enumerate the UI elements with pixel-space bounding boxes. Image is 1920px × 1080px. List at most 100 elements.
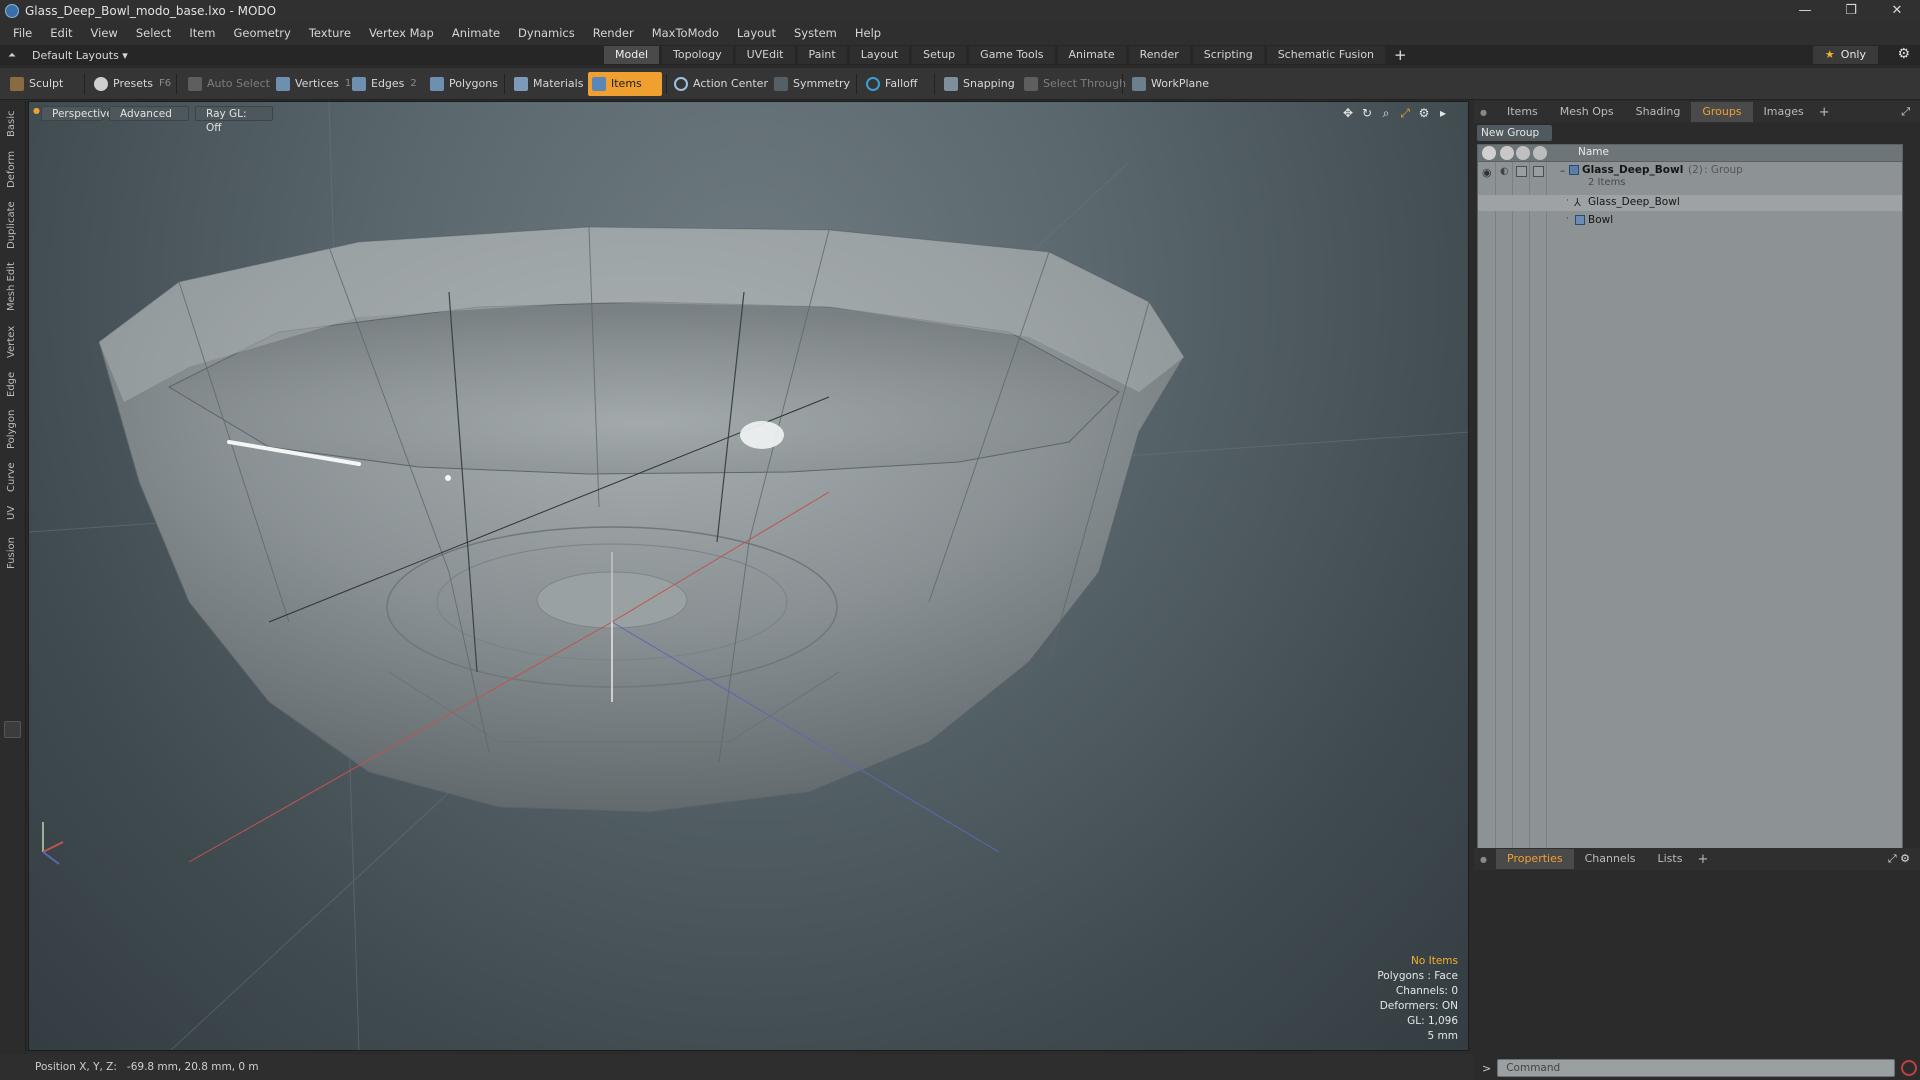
polygons-button[interactable]: Polygons (426, 72, 504, 96)
render-toggle-icon[interactable]: ◐ (1500, 166, 1509, 177)
tab-shading[interactable]: Shading (1625, 102, 1692, 122)
vtab-polygon[interactable]: Polygon (3, 405, 21, 453)
vtab-fusion[interactable]: Fusion (3, 531, 21, 575)
tab-mesh-ops[interactable]: Mesh Ops (1549, 102, 1625, 122)
menu-select[interactable]: Select (127, 26, 180, 40)
collapse-icon[interactable]: – (1560, 165, 1565, 177)
menu-texture[interactable]: Texture (300, 26, 360, 40)
tab-groups[interactable]: Groups (1691, 102, 1753, 122)
collapse-arrow-icon[interactable]: ⏶ (8, 50, 16, 61)
vtab-duplicate[interactable]: Duplicate (3, 197, 21, 253)
eye-icon[interactable]: ◉ (1482, 166, 1492, 179)
edges-button[interactable]: Edges 2 (348, 72, 423, 96)
stop-icon[interactable] (1901, 1060, 1918, 1076)
tab-uvedit[interactable]: UVEdit (735, 46, 795, 64)
auto-select-button[interactable]: Auto Select (184, 72, 276, 96)
raygl-button[interactable]: Ray GL: Off (195, 106, 273, 134)
zoom-icon[interactable]: ⌕ (1379, 106, 1393, 121)
expand-panel-icon[interactable]: ⤢ (1901, 105, 1910, 119)
new-group-button[interactable]: New Group (1477, 125, 1552, 141)
select-through-button[interactable]: Select Through (1020, 72, 1132, 96)
menu-layout[interactable]: Layout (728, 26, 785, 40)
advanced-button[interactable]: Advanced (109, 106, 189, 121)
layout-selector[interactable]: ⏶ Default Layouts ▾ (8, 49, 128, 62)
tab-scripting[interactable]: Scripting (1192, 46, 1264, 64)
action-center-button[interactable]: Action Center (670, 72, 774, 96)
vtab-deform[interactable]: Deform (3, 147, 21, 191)
gear-icon[interactable]: ⚙ (1897, 46, 1910, 62)
panel-toggle-button[interactable] (4, 721, 21, 738)
close-button[interactable]: ✕ (1874, 0, 1920, 21)
symmetry-button[interactable]: Symmetry (770, 72, 856, 96)
menu-render[interactable]: Render (584, 26, 643, 40)
vtab-uv[interactable]: UV (3, 501, 21, 525)
tab-layout[interactable]: Layout (849, 46, 910, 64)
viewport-settings-icon[interactable]: ⚙ (1417, 106, 1431, 121)
3d-viewport[interactable]: ● Perspective Advanced Ray GL: Off ✥ ↻ ⌕… (28, 101, 1469, 1051)
tab-game-tools[interactable]: Game Tools (969, 46, 1055, 64)
properties-settings-icon[interactable]: ⤢ ⚙ (1888, 852, 1910, 866)
pan-icon[interactable]: ✥ (1341, 106, 1355, 121)
materials-button[interactable]: Materials (510, 72, 589, 96)
tab-channels[interactable]: Channels (1574, 849, 1647, 869)
menu-vertex-map[interactable]: Vertex Map (360, 26, 443, 40)
menu-item[interactable]: Item (180, 26, 224, 40)
panel-menu-icon[interactable]: ● (1480, 108, 1487, 117)
tab-paint[interactable]: Paint (797, 46, 847, 64)
vtab-edge[interactable]: Edge (3, 367, 21, 401)
restore-button[interactable]: ❐ (1828, 0, 1874, 21)
add-properties-tab-icon[interactable]: + (1697, 852, 1708, 867)
tab-model[interactable]: Model (604, 46, 660, 64)
menu-maxtomodo[interactable]: MaxToModo (643, 26, 728, 40)
perspective-button[interactable]: Perspective (41, 106, 113, 121)
fit-icon[interactable]: ⤢ (1398, 106, 1412, 121)
menu-geometry[interactable]: Geometry (225, 26, 300, 40)
menu-dynamics[interactable]: Dynamics (509, 26, 584, 40)
add-tab-icon[interactable]: + (1394, 46, 1407, 64)
lock-checkbox[interactable] (1516, 166, 1527, 177)
properties-menu-icon[interactable]: ● (1480, 855, 1487, 864)
menu-system[interactable]: System (785, 26, 846, 40)
group-child-row[interactable]: · ⅄ Glass_Deep_Bowl (1478, 195, 1902, 211)
tab-images[interactable]: Images (1753, 102, 1815, 122)
group-row[interactable]: ◉ ◐ – Glass_Deep_Bowl (2) : Group 2 Item… (1478, 163, 1902, 191)
visibility-column-icon[interactable] (1482, 146, 1496, 160)
minimize-button[interactable]: — (1782, 0, 1828, 21)
falloff-button[interactable]: Falloff (862, 72, 923, 96)
menu-edit[interactable]: Edit (41, 26, 81, 40)
tab-render[interactable]: Render (1128, 46, 1190, 64)
tab-setup[interactable]: Setup (912, 46, 967, 64)
rotate-icon[interactable]: ↻ (1360, 106, 1374, 121)
presets-button[interactable]: Presets F6 (90, 72, 177, 96)
vtab-mesh-edit[interactable]: Mesh Edit (3, 259, 21, 315)
viewport-menu-icon[interactable]: ● (33, 106, 40, 115)
tab-properties[interactable]: Properties (1496, 849, 1574, 869)
menu-help[interactable]: Help (846, 26, 890, 40)
render-column-icon[interactable] (1500, 146, 1514, 160)
select-column-icon[interactable] (1533, 146, 1547, 160)
command-input[interactable]: Command (1497, 1059, 1896, 1077)
snapping-button[interactable]: Snapping (940, 72, 1021, 96)
workplane-button[interactable]: WorkPlane (1128, 72, 1215, 96)
expand-arrow-icon[interactable]: ▸ (1436, 106, 1450, 121)
menu-animate[interactable]: Animate (443, 26, 509, 40)
vtab-curve[interactable]: Curve (3, 457, 21, 497)
sculpt-button[interactable]: Sculpt (6, 72, 69, 96)
group-child-row[interactable]: · Bowl (1478, 213, 1902, 229)
vertices-button[interactable]: Vertices 1 (272, 72, 357, 96)
name-column-header[interactable]: Name (1578, 146, 1609, 158)
add-panel-tab-icon[interactable]: + (1819, 105, 1830, 120)
vtab-basic[interactable]: Basic (3, 107, 21, 141)
tab-lists[interactable]: Lists (1647, 849, 1694, 869)
menu-file[interactable]: File (4, 26, 41, 40)
tab-items[interactable]: Items (1496, 102, 1549, 122)
only-button[interactable]: ★ Only (1812, 46, 1878, 64)
lock-column-icon[interactable] (1516, 146, 1530, 160)
tab-schematic-fusion[interactable]: Schematic Fusion (1266, 46, 1386, 64)
command-arrow-icon[interactable]: > (1482, 1062, 1491, 1075)
tab-animate[interactable]: Animate (1057, 46, 1126, 64)
menu-view[interactable]: View (82, 26, 127, 40)
vtab-vertex[interactable]: Vertex (3, 321, 21, 363)
select-checkbox[interactable] (1533, 166, 1544, 177)
tab-topology[interactable]: Topology (662, 46, 733, 64)
